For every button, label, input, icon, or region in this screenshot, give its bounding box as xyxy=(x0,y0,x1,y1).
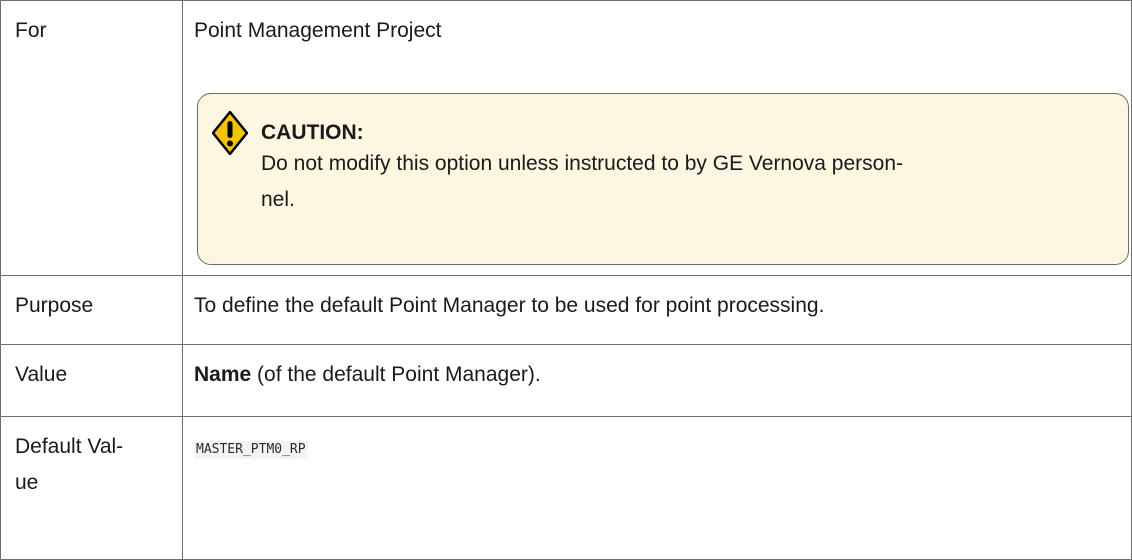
value-value: Name (of the default Point Manager). xyxy=(182,344,1132,417)
option-table: For Point Management Project Purpose To … xyxy=(0,0,1132,560)
default-value-code: MASTER_PTM0_RP xyxy=(194,441,308,459)
default-value-label: Default Val- ue xyxy=(0,416,183,560)
caution-box: CAUTION: Do not modify this option unles… xyxy=(197,93,1129,265)
for-label: For xyxy=(0,0,183,276)
purpose-label: Purpose xyxy=(0,275,183,345)
caution-text-line2: nel. xyxy=(261,188,295,211)
caution-text: Do not modify this option unless instruc… xyxy=(261,146,1121,218)
caution-text-line1: Do not modify this option unless instruc… xyxy=(261,152,904,175)
value-name-bold: Name xyxy=(194,363,252,386)
caution-heading: CAUTION: xyxy=(261,121,364,144)
warning-diamond-icon xyxy=(211,110,249,156)
default-value-value: MASTER_PTM0_RP xyxy=(182,416,1132,560)
row-value: Value Name (of the default Point Manager… xyxy=(0,344,1132,417)
for-value-text: Point Management Project xyxy=(194,19,442,42)
default-value-label-line1: Default Val- xyxy=(15,435,124,458)
row-default-value: Default Val- ue MASTER_PTM0_RP xyxy=(0,416,1132,560)
purpose-value: To define the default Point Manager to b… xyxy=(182,275,1132,345)
default-value-label-line2: ue xyxy=(15,471,39,494)
value-name-rest: (of the default Point Manager). xyxy=(251,363,541,386)
value-label: Value xyxy=(0,344,183,417)
row-purpose: Purpose To define the default Point Mana… xyxy=(0,275,1132,345)
